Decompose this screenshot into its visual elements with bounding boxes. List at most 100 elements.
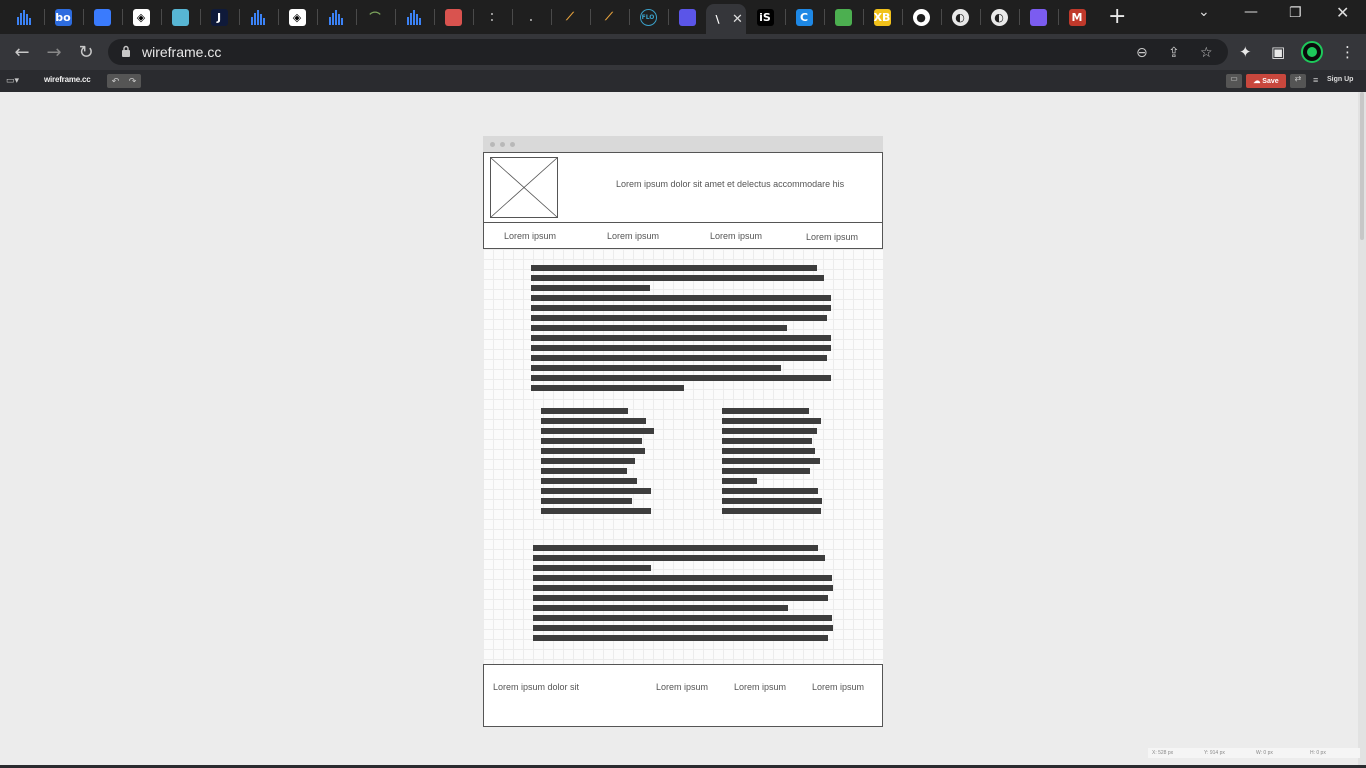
feather-icon: ⟋ [605, 10, 613, 23]
profile-avatar[interactable] [1301, 41, 1323, 63]
minimize-icon[interactable]: — [1244, 4, 1258, 20]
forward-icon[interactable]: → [43, 41, 65, 63]
redo-icon[interactable]: ↷ [129, 76, 137, 87]
browser-tab[interactable]: \ ✕ [706, 4, 746, 34]
restore-icon[interactable]: ❐ [1289, 5, 1302, 21]
footer-link[interactable]: Lorem ipsum [812, 682, 864, 692]
new-tab-button[interactable]: + [1108, 6, 1126, 28]
text-line [541, 448, 645, 454]
nav-item[interactable]: Lorem ipsum [710, 231, 762, 241]
frame-dot [490, 142, 495, 147]
text-line [533, 615, 832, 621]
text-line [533, 625, 833, 631]
nav-item[interactable]: Lorem ipsum [607, 231, 659, 241]
text-line [533, 555, 825, 561]
text-line [533, 545, 818, 551]
frame-icon [834, 8, 852, 26]
text-line [531, 365, 781, 371]
nav-item[interactable]: Lorem ipsum [504, 231, 556, 241]
scrollbar-thumb[interactable] [1360, 92, 1364, 240]
text-line [541, 408, 628, 414]
text-line [531, 315, 827, 321]
arc-icon: ⌒ [369, 11, 381, 24]
browser-tab[interactable]: ◐ [941, 4, 979, 30]
undo-redo-group: ↶ ↷ [107, 74, 141, 88]
browser-tab[interactable]: ● [902, 4, 940, 30]
reload-icon[interactable]: ↻ [75, 41, 97, 63]
xb-icon: XB [873, 8, 891, 26]
text-line [531, 335, 831, 341]
browser-tab[interactable] [5, 4, 43, 30]
nav-item[interactable]: Lorem ipsum [806, 232, 858, 242]
bar-chart-icon [16, 9, 33, 26]
zoom-icon[interactable]: ⊖ [1136, 45, 1148, 61]
wireframe-header[interactable]: Lorem ipsum dolor sit amet et delectus a… [483, 152, 883, 223]
text-line [722, 418, 821, 424]
browser-tab[interactable] [1019, 4, 1057, 30]
browser-tab[interactable]: ◈ [278, 4, 316, 30]
comment-icon[interactable]: ▭ [1226, 74, 1242, 88]
image-placeholder[interactable] [490, 157, 558, 218]
lock-icon [122, 45, 130, 57]
app-logo: wireframe.cc [44, 75, 91, 84]
browser-tab[interactable]: ◈ [122, 4, 160, 30]
codepen-icon: ◈ [288, 8, 306, 26]
side-panel-icon[interactable]: ▣ [1271, 43, 1285, 61]
address-bar[interactable]: wireframe.cc ⊖ ⇪ ☆ [108, 39, 1228, 65]
close-tab-icon[interactable]: ✕ [732, 11, 743, 27]
text-line [722, 508, 821, 514]
bookmark-star-icon[interactable]: ☆ [1200, 45, 1213, 61]
browser-tab[interactable]: M [1058, 4, 1096, 30]
square-logo-icon [678, 8, 696, 26]
browser-toolbar: ← → ↻ wireframe.cc ⊖ ⇪ ☆ ✦ ▣ ⋮ [0, 34, 1366, 70]
back-icon[interactable]: ← [11, 41, 33, 63]
browser-tab[interactable]: ◐ [980, 4, 1018, 30]
image-icon [171, 8, 189, 26]
frame-titlebar [483, 136, 883, 152]
feather-icon: ⟋ [566, 10, 574, 23]
browser-tab[interactable]: J [200, 4, 238, 30]
browser-tab[interactable] [434, 4, 472, 30]
frame-dot [500, 142, 505, 147]
browser-tab[interactable]: . [512, 4, 550, 30]
browser-tab[interactable] [668, 4, 706, 30]
browser-tab[interactable]: ⟋ [551, 4, 589, 30]
menu-kebab-icon[interactable]: ⋮ [1340, 43, 1355, 61]
browser-tab[interactable] [395, 4, 433, 30]
browser-tab[interactable] [824, 4, 862, 30]
hamburger-menu-icon[interactable]: ≡ [1313, 75, 1318, 85]
text-line [531, 385, 684, 391]
browser-tab[interactable]: ⌒ [356, 4, 394, 30]
footer-link[interactable]: Lorem ipsum [734, 682, 786, 692]
header-text[interactable]: Lorem ipsum dolor sit amet et delectus a… [616, 179, 844, 189]
browser-tab[interactable] [83, 4, 121, 30]
browser-tab[interactable]: FLO [629, 4, 667, 30]
browser-tab[interactable]: XB [863, 4, 901, 30]
wireframe-footer[interactable]: Lorem ipsum dolor sit Lorem ipsum Lorem … [483, 664, 883, 727]
extensions-icon[interactable]: ✦ [1239, 43, 1252, 61]
browser-tab[interactable] [317, 4, 355, 30]
text-line [531, 285, 650, 291]
tab-search-icon[interactable]: ⌄ [1198, 4, 1210, 20]
undo-icon[interactable]: ↶ [112, 76, 120, 87]
signup-link[interactable]: Sign Up [1327, 76, 1353, 83]
browser-tab[interactable]: iS [746, 4, 784, 30]
footer-text[interactable]: Lorem ipsum dolor sit [493, 682, 579, 692]
browser-tab[interactable]: bo [44, 4, 82, 30]
text-line [722, 438, 812, 444]
wireframe-content[interactable] [483, 249, 883, 664]
text-line [531, 355, 827, 361]
save-button[interactable]: ☁ Save [1246, 74, 1286, 88]
browser-tab[interactable]: ⟋ [590, 4, 628, 30]
page-type-selector[interactable]: ▭▾ [6, 75, 26, 87]
share-icon[interactable]: ⇪ [1168, 45, 1180, 61]
browser-tab[interactable]: C [785, 4, 823, 30]
browser-tab[interactable] [239, 4, 277, 30]
footer-link[interactable]: Lorem ipsum [656, 682, 708, 692]
browser-tab[interactable]: ⁚ [473, 4, 511, 30]
close-window-icon[interactable]: ✕ [1336, 3, 1349, 22]
browser-tab[interactable] [161, 4, 199, 30]
bar-chart-icon [406, 9, 423, 26]
settings-icon[interactable]: ⇄ [1290, 74, 1306, 88]
text-line [533, 585, 833, 591]
